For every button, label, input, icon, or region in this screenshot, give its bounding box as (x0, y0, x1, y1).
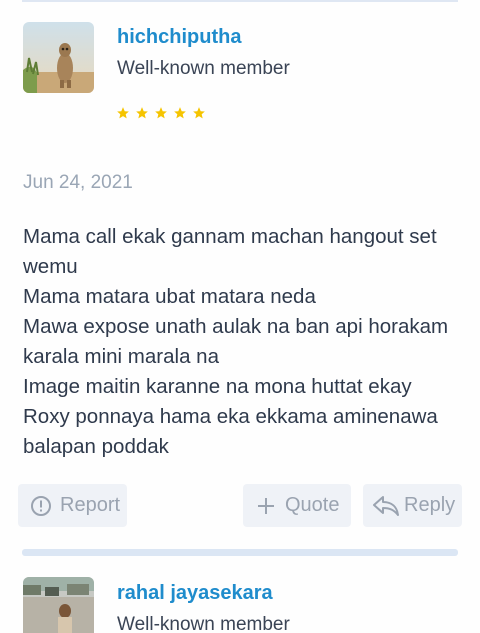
reply-arrow-icon (373, 495, 399, 516)
body-line: Mama matara ubat matara neda (23, 285, 316, 308)
username[interactable]: rahal jayasekara (117, 582, 273, 605)
report-label: Report (60, 494, 121, 516)
rating-stars (116, 106, 206, 120)
avatar[interactable] (23, 577, 94, 633)
body-line: Roxy ponnaya hama eka ekkama aminenawa b… (23, 405, 438, 458)
report-button[interactable]: Report (18, 484, 127, 527)
user-title: Well-known member (117, 58, 290, 79)
star-icon (193, 107, 205, 119)
post-date[interactable]: Jun 24, 2021 (23, 172, 133, 194)
user-title: Well-known member (117, 614, 290, 633)
reply-button[interactable]: Reply (363, 484, 462, 527)
body-line: Image maitin karanne na mona huttat ekay (23, 375, 412, 398)
star-icon (174, 107, 186, 119)
star-icon (155, 107, 167, 119)
body-line: Mawa expose unath aulak na ban api horak… (23, 315, 449, 368)
reply-label: Reply (404, 494, 456, 516)
post-body: Mama call ekak gannam machan hangout set… (23, 222, 463, 462)
exclamation-circle-icon (31, 495, 51, 516)
username[interactable]: hichchiputha (117, 26, 241, 49)
avatar[interactable] (23, 22, 94, 93)
quote-label: Quote (285, 494, 340, 516)
post-divider (22, 549, 458, 556)
top-divider (22, 0, 458, 2)
star-icon (117, 107, 129, 119)
quote-button[interactable]: Quote (243, 484, 351, 527)
plus-icon (258, 497, 274, 514)
star-icon (136, 107, 148, 119)
body-line: Mama call ekak gannam machan hangout set… (23, 225, 437, 278)
